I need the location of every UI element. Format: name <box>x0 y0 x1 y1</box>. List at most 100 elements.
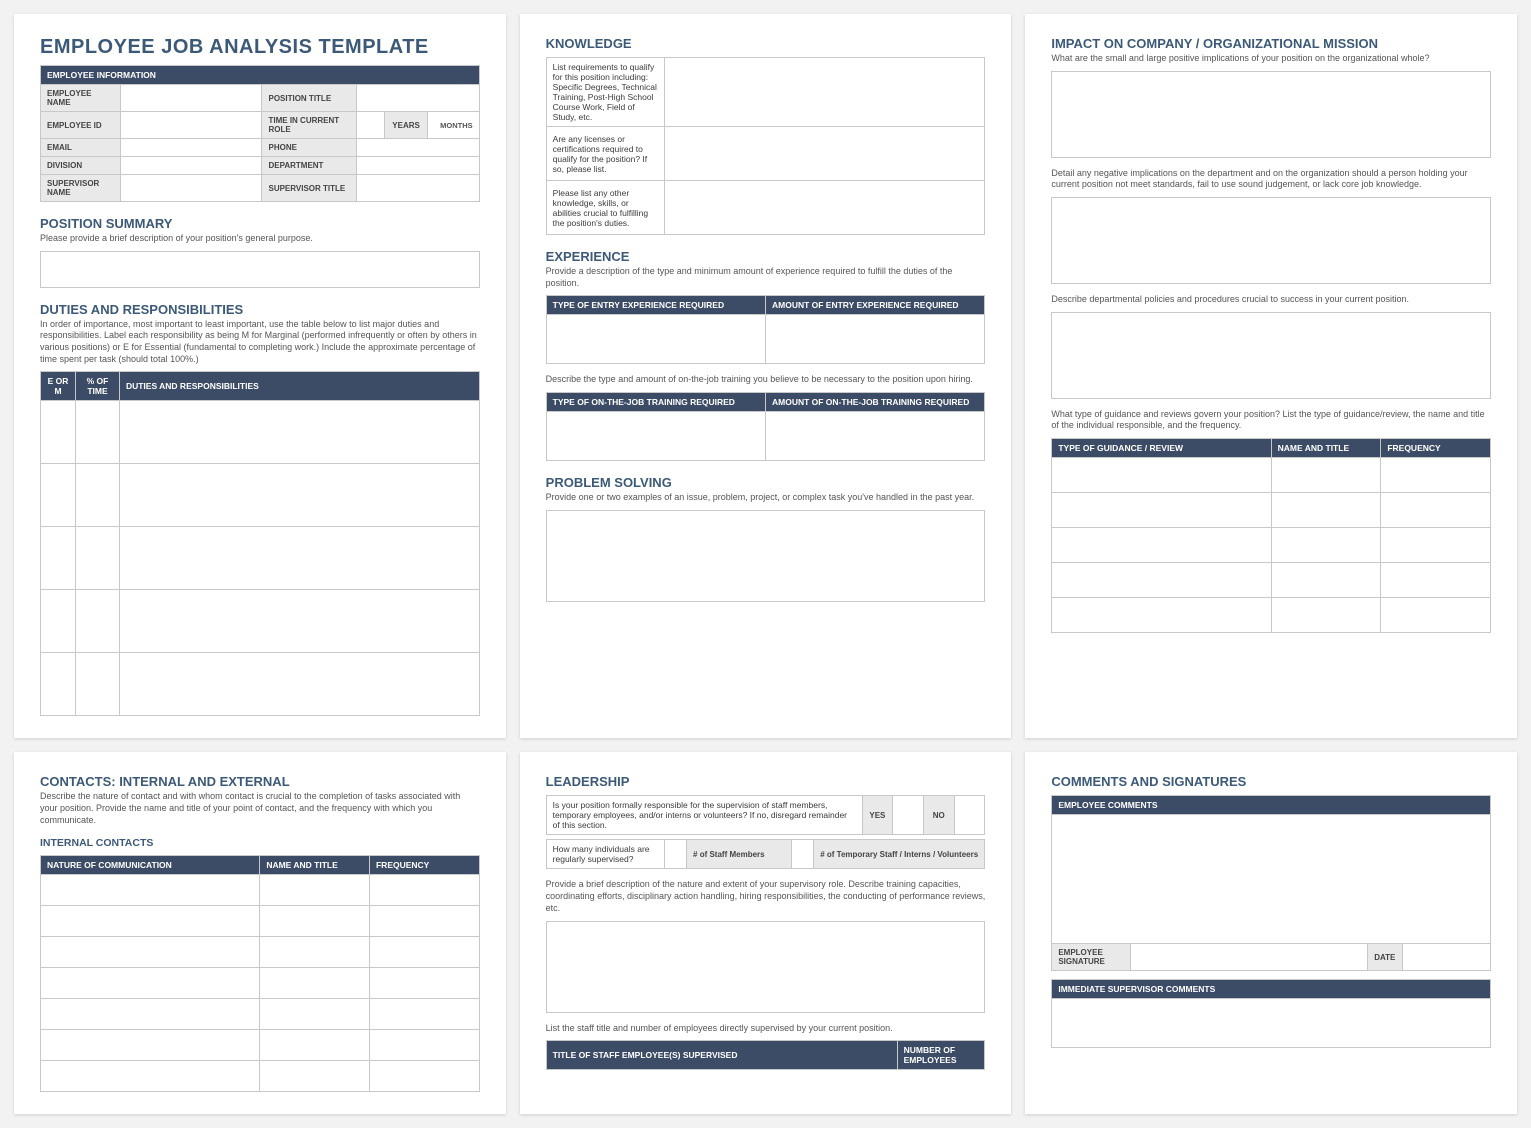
sup-head-b: NUMBER OF EMPLOYEES <box>897 1041 985 1070</box>
duties-table: E or M % of TIME DUTIES AND RESPONSIBILI… <box>40 371 480 716</box>
g-row[interactable] <box>1052 458 1271 493</box>
problem-box[interactable] <box>546 510 986 602</box>
duty-row[interactable] <box>41 464 76 527</box>
g-head-a: TYPE OF GUIDANCE / REVIEW <box>1052 439 1271 458</box>
c-row[interactable] <box>41 936 260 967</box>
lbl-emp-sig: EMPLOYEE SIGNATURE <box>1052 944 1131 971</box>
sup-comments-box[interactable] <box>1052 999 1491 1048</box>
supervisor-comments-table: IMMEDIATE SUPERVISOR COMMENTS <box>1051 979 1491 1048</box>
card-knowledge-experience: KNOWLEDGE List requirements to qualify f… <box>520 14 1012 738</box>
train-head-b: AMOUNT OF ON-THE-JOB TRAINING REQUIRED <box>765 393 984 412</box>
contacts-desc: Describe the nature of contact and with … <box>40 791 480 826</box>
impact-box3[interactable] <box>1051 312 1491 399</box>
lbl-email: EMAIL <box>41 139 121 157</box>
val-emp-id[interactable] <box>121 112 262 139</box>
training-table: TYPE OF ON-THE-JOB TRAINING REQUIRED AMO… <box>546 392 986 461</box>
lbl-division: DIVISION <box>41 157 121 175</box>
train-head-a: TYPE OF ON-THE-JOB TRAINING REQUIRED <box>546 393 765 412</box>
lead-box[interactable] <box>546 921 986 1013</box>
lead-desc2: Provide a brief description of the natur… <box>546 879 986 914</box>
card-impact: IMPACT ON COMPANY / ORGANIZATIONAL MISSI… <box>1025 14 1517 738</box>
val-sup-title[interactable] <box>356 175 479 202</box>
lbl-date: DATE <box>1368 944 1403 971</box>
card-employee-job-analysis: EMPLOYEE JOB ANALYSIS TEMPLATE EMPLOYEE … <box>14 14 506 738</box>
card-comments-signatures: COMMENTS AND SIGNATURES EMPLOYEE COMMENT… <box>1025 752 1517 1113</box>
lbl-sup-title: SUPERVISOR TITLE <box>262 175 356 202</box>
k-row-1: List requirements to qualify for this po… <box>546 58 664 127</box>
c-row[interactable] <box>41 1060 260 1091</box>
val-no[interactable] <box>954 796 985 835</box>
employee-info-table: EMPLOYEE INFORMATION EMPLOYEE NAME POSIT… <box>40 65 480 202</box>
duties-desc: In order of importance, most important t… <box>40 319 480 366</box>
duty-row[interactable] <box>41 527 76 590</box>
k-row-3: Please list any other knowledge, skills,… <box>546 181 664 235</box>
c-row[interactable] <box>41 998 260 1029</box>
train-ans-b[interactable] <box>765 412 984 461</box>
c-head-c: FREQUENCY <box>369 855 479 874</box>
leadership-q1-table: Is your position formally responsible fo… <box>546 795 986 835</box>
val-years[interactable] <box>356 112 384 139</box>
impact-box2[interactable] <box>1051 197 1491 284</box>
impact-q4: What type of guidance and reviews govern… <box>1051 409 1491 432</box>
val-sup-name[interactable] <box>121 175 262 202</box>
duties-head-b: % of TIME <box>76 372 120 401</box>
k-ans-3[interactable] <box>665 181 985 235</box>
val-division[interactable] <box>121 157 262 175</box>
g-head-b: NAME AND TITLE <box>1271 439 1381 458</box>
position-summary-box[interactable] <box>40 251 480 288</box>
g-row[interactable] <box>1052 598 1271 633</box>
impact-box1[interactable] <box>1051 71 1491 158</box>
lead-desc3: List the staff title and number of emplo… <box>546 1023 986 1035</box>
val-temp-count[interactable] <box>792 840 814 869</box>
exp-ans-a[interactable] <box>546 315 765 364</box>
exp-head-b: AMOUNT OF ENTRY EXPERIENCE REQUIRED <box>765 296 984 315</box>
problem-desc: Provide one or two examples of an issue,… <box>546 492 986 504</box>
impact-q3: Describe departmental policies and proce… <box>1051 294 1491 306</box>
c-head-b: NAME AND TITLE <box>260 855 370 874</box>
position-summary-desc: Please provide a brief description of yo… <box>40 233 480 245</box>
comments-title: COMMENTS AND SIGNATURES <box>1051 774 1491 789</box>
emp-comments-header: EMPLOYEE COMMENTS <box>1052 796 1491 815</box>
contacts-title: CONTACTS: INTERNAL AND EXTERNAL <box>40 774 480 789</box>
g-row[interactable] <box>1052 493 1271 528</box>
experience-desc: Provide a description of the type and mi… <box>546 266 986 289</box>
k-ans-1[interactable] <box>665 58 985 127</box>
k-ans-2[interactable] <box>665 127 985 181</box>
val-emp-name[interactable] <box>121 85 262 112</box>
duties-title: DUTIES AND RESPONSIBILITIES <box>40 302 480 317</box>
val-staff-count[interactable] <box>665 840 687 869</box>
lbl-sup-name: SUPERVISOR NAME <box>41 175 121 202</box>
problem-title: PROBLEM SOLVING <box>546 475 986 490</box>
employee-comments-table: EMPLOYEE COMMENTS EMPLOYEE SIGNATURE DAT… <box>1051 795 1491 971</box>
val-emp-sig[interactable] <box>1131 944 1368 971</box>
g-row[interactable] <box>1052 563 1271 598</box>
sup-comments-header: IMMEDIATE SUPERVISOR COMMENTS <box>1052 980 1491 999</box>
supervised-table: TITLE OF STAFF EMPLOYEE(S) SUPERVISED NU… <box>546 1040 986 1070</box>
c-row[interactable] <box>41 874 260 905</box>
experience-table: TYPE OF ENTRY EXPERIENCE REQUIRED AMOUNT… <box>546 295 986 364</box>
experience-desc2: Describe the type and amount of on-the-j… <box>546 374 986 386</box>
duties-head-a: E or M <box>41 372 76 401</box>
exp-head-a: TYPE OF ENTRY EXPERIENCE REQUIRED <box>546 296 765 315</box>
c-row[interactable] <box>41 905 260 936</box>
g-row[interactable] <box>1052 528 1271 563</box>
val-dept[interactable] <box>356 157 479 175</box>
card-contacts: CONTACTS: INTERNAL AND EXTERNAL Describe… <box>14 752 506 1113</box>
card-leadership: LEADERSHIP Is your position formally res… <box>520 752 1012 1113</box>
exp-ans-b[interactable] <box>765 315 984 364</box>
template-title: EMPLOYEE JOB ANALYSIS TEMPLATE <box>40 36 480 59</box>
train-ans-a[interactable] <box>546 412 765 461</box>
val-email[interactable] <box>121 139 262 157</box>
duty-row[interactable] <box>41 401 76 464</box>
val-pos-title[interactable] <box>356 85 479 112</box>
emp-comments-box[interactable] <box>1052 815 1491 944</box>
c-row[interactable] <box>41 1029 260 1060</box>
c-row[interactable] <box>41 967 260 998</box>
val-phone[interactable] <box>356 139 479 157</box>
val-date[interactable] <box>1403 944 1491 971</box>
lbl-time-role: TIME IN CURRENT ROLE <box>262 112 356 139</box>
lbl-temp: # of Temporary Staff / Interns / Volunte… <box>814 840 985 869</box>
duty-row[interactable] <box>41 653 76 716</box>
duty-row[interactable] <box>41 590 76 653</box>
val-yes[interactable] <box>893 796 924 835</box>
